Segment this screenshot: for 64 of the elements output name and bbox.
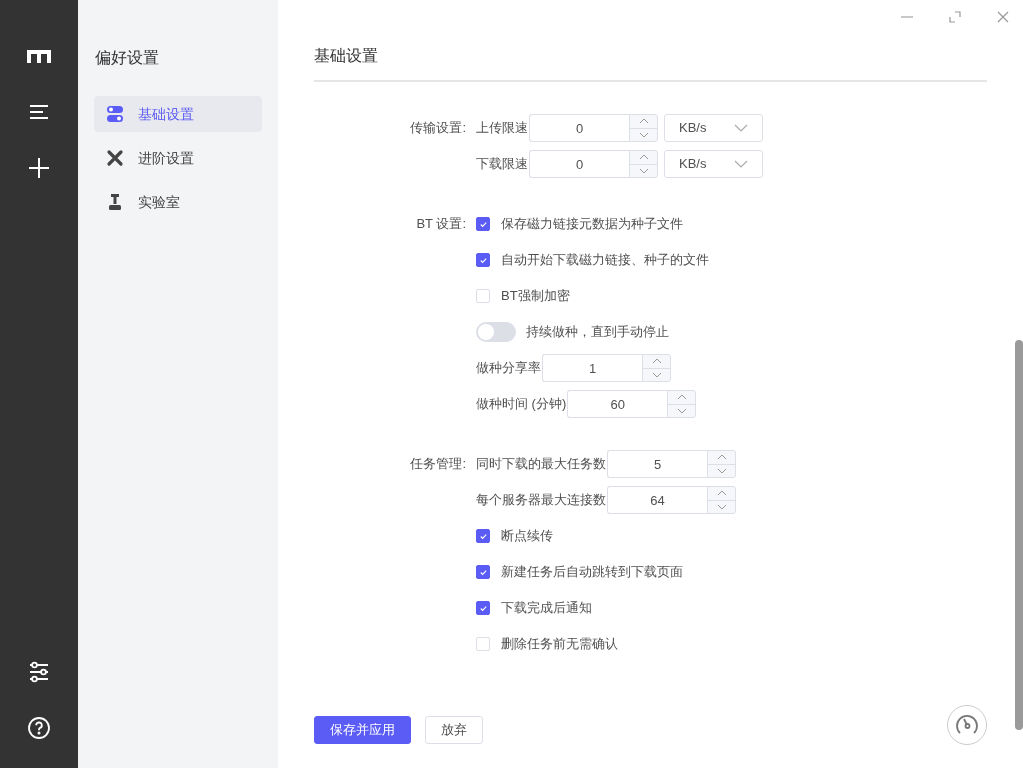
checkmark-icon [478,219,488,229]
chevron-down-icon [734,124,748,132]
chevron-down-icon [638,131,649,138]
number-input[interactable]: 60 [567,390,668,418]
switch-label: 持续做种，直到手动停止 [526,323,669,342]
stamp-icon [106,193,124,211]
checkbox-label: BT强制加密 [501,287,570,306]
field-label: 做种时间 (分钟) [476,395,567,414]
sidebar-item[interactable]: 实验室 [94,184,262,220]
discard-button[interactable]: 放弃 [425,716,483,744]
checkbox-label: 保存磁力链接元数据为种子文件 [501,215,683,234]
chevron-up-icon [651,358,662,365]
checkbox[interactable] [476,217,490,231]
checkbox-label: 断点续传 [501,527,553,546]
field-label: 同时下载的最大任务数 [476,455,606,474]
checkmark-icon [478,603,488,613]
speedometer-icon[interactable] [947,705,987,745]
unit-dropdown[interactable]: KB/s [664,114,763,142]
checkmark-icon [478,567,488,577]
number-input[interactable]: 64 [607,486,707,514]
section-label: 任务管理: [409,455,466,473]
number-input[interactable]: 1 [542,354,642,382]
checkmark-icon [478,255,488,265]
save-button[interactable]: 保存并应用 [314,716,411,744]
chevron-up-icon [676,394,687,401]
chevron-down-icon [734,160,748,168]
checkbox[interactable] [476,253,490,267]
number-input[interactable]: 5 [607,450,707,478]
section-label: 传输设置: [409,119,466,137]
checkbox-label: 下载完成后通知 [501,599,592,618]
chevron-down-icon [716,467,727,474]
toggle-icon [106,105,124,123]
sidebar-item[interactable]: 基础设置 [94,96,262,132]
add-icon[interactable] [27,156,51,180]
checkbox[interactable] [476,601,490,615]
checkbox-label: 自动开始下载磁力链接、种子的文件 [501,251,709,270]
field-label: 做种分享率 [476,359,541,378]
field-label: 下载限速 [476,155,528,174]
field-label: 上传限速 [476,119,528,138]
chevron-up-icon [638,154,649,161]
checkbox-label: 删除任务前无需确认 [501,635,618,654]
number-input[interactable]: 0 [529,114,629,142]
chevron-up-icon [716,454,727,461]
page-title: 基础设置 [314,44,987,82]
checkbox[interactable] [476,565,490,579]
sidebar-item[interactable]: 进阶设置 [94,140,262,176]
toggle-switch[interactable] [476,322,516,342]
chevron-up-icon [716,490,727,497]
chevron-up-icon [638,118,649,125]
checkmark-icon [478,531,488,541]
scrollbar[interactable] [1015,340,1023,730]
chevron-down-icon [716,503,727,510]
number-input[interactable]: 0 [529,150,629,178]
help-icon[interactable] [27,716,51,740]
settings-icon[interactable] [27,660,51,684]
unit-dropdown[interactable]: KB/s [664,150,763,178]
chevron-down-icon [676,407,687,414]
field-label: 每个服务器最大连接数 [476,491,606,510]
sidebar-title: 偏好设置 [95,48,160,68]
checkbox[interactable] [476,529,490,543]
chevron-down-icon [651,371,662,378]
section-label: BT 设置: [415,215,466,233]
chevron-down-icon [638,167,649,174]
checkbox-label: 新建任务后自动跳转到下载页面 [501,563,683,582]
